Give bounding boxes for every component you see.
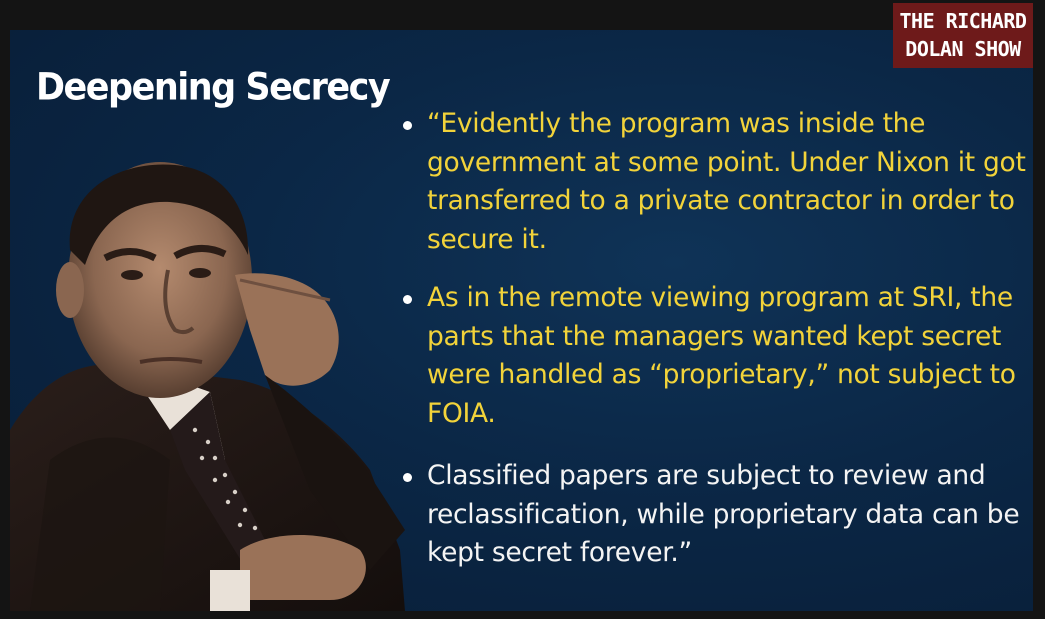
portrait-photo <box>10 162 405 611</box>
logo-line-2: DOLAN SHOW <box>905 37 1021 61</box>
bullet-quote-nixon: “Evidently the program was inside the go… <box>403 105 1028 259</box>
show-logo: THE RICHARD DOLAN SHOW <box>893 3 1033 68</box>
presentation-slide: Deepening Secrecy “Evidently the program… <box>10 30 1033 611</box>
bullet-dot-icon <box>403 473 412 482</box>
bullet-list: “Evidently the program was inside the go… <box>403 105 1028 573</box>
bullet-remote-viewing: As in the remote viewing program at SRI,… <box>403 279 1028 433</box>
bullet-text: As in the remote viewing program at SRI,… <box>427 282 1016 429</box>
bullet-text: “Evidently the program was inside the go… <box>427 108 1026 255</box>
bullet-dot-icon <box>403 295 412 304</box>
bullet-classified-papers: Classified papers are subject to review … <box>403 457 1028 573</box>
bullet-dot-icon <box>403 121 412 130</box>
bullet-text: Classified papers are subject to review … <box>427 460 1020 568</box>
logo-line-1: THE RICHARD <box>899 9 1027 33</box>
slide-title: Deepening Secrecy <box>36 66 391 110</box>
video-frame: Deepening Secrecy “Evidently the program… <box>0 0 1045 619</box>
